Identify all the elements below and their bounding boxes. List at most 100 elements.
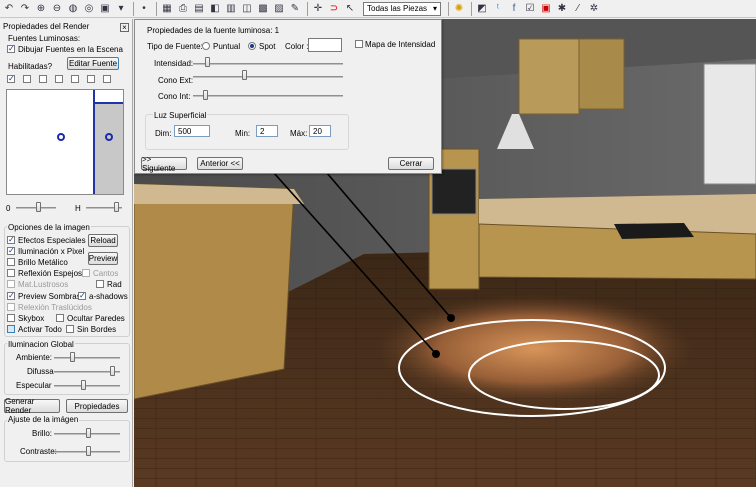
light-enable-checkbox[interactable] xyxy=(7,75,15,83)
ambient-slider-thumb[interactable] xyxy=(70,352,75,362)
no-borders-checkbox[interactable] xyxy=(66,325,74,333)
image-icon[interactable]: ▨ xyxy=(272,2,286,16)
slider-left-label: 0 xyxy=(6,204,11,213)
check-icon[interactable]: ☑ xyxy=(523,2,537,16)
edges-checkbox[interactable] xyxy=(82,269,90,277)
main-toolbar: ↶ ↷ ⊕ ⊖ ◍ ◎ ▣ ▾ • ▦ ⎙ ▤ ◧ ▥ ◫ ▩ ▨ ✎ ✛ ⊃ … xyxy=(0,0,756,18)
target-icon[interactable]: ◎ xyxy=(82,2,96,16)
lightbulb-icon[interactable]: ✺ xyxy=(452,2,466,16)
draw-lights-checkbox[interactable] xyxy=(7,45,15,53)
diffuse-slider-thumb[interactable] xyxy=(110,366,115,376)
bird-icon[interactable]: ᵗ xyxy=(491,2,505,16)
contrast-slider-thumb[interactable] xyxy=(86,446,91,456)
redo-icon[interactable]: ↷ xyxy=(18,2,32,16)
dialog-title: Propiedades de la fuente luminosa: 1 xyxy=(147,26,280,35)
zoom-in-icon[interactable]: ⊕ xyxy=(34,2,48,16)
frame-icon[interactable]: ▣ xyxy=(539,2,553,16)
skybox-checkbox[interactable] xyxy=(7,314,15,322)
light-enable-checkbox[interactable] xyxy=(39,75,47,83)
intensity-slider-thumb[interactable] xyxy=(205,57,210,67)
mirror-checkbox[interactable] xyxy=(7,269,15,277)
cone-int-slider-thumb[interactable] xyxy=(203,90,208,100)
toolbar-divider xyxy=(471,1,472,16)
close-icon[interactable]: × xyxy=(120,23,129,32)
zoom-out-icon[interactable]: ⊖ xyxy=(50,2,64,16)
color-swatch[interactable] xyxy=(308,38,342,52)
light-enable-checkbox[interactable] xyxy=(87,75,95,83)
rad-checkbox[interactable] xyxy=(96,280,104,288)
cursor-icon[interactable]: ↖ xyxy=(343,2,357,16)
max-label: Máx: xyxy=(290,129,308,138)
min-input[interactable] xyxy=(256,125,278,137)
light-enable-checkbox[interactable] xyxy=(23,75,31,83)
generate-render-button[interactable]: Generar Render xyxy=(4,397,60,415)
light-handle-inner xyxy=(432,350,440,358)
max-input[interactable] xyxy=(309,125,331,137)
image-adjust-title: Ajuste de la imágen xyxy=(7,415,80,424)
plan-slider-thumb[interactable] xyxy=(36,202,41,212)
intensity-map-checkbox[interactable] xyxy=(355,40,363,48)
globe-icon[interactable]: ◍ xyxy=(66,2,80,16)
settings-icon[interactable]: ✲ xyxy=(587,2,601,16)
grid-alt-icon[interactable]: ▩ xyxy=(256,2,270,16)
brightness-slider-thumb[interactable] xyxy=(86,428,91,438)
point-light-radio[interactable] xyxy=(202,42,210,50)
dot-icon[interactable]: • xyxy=(137,2,151,16)
translucent-checkbox[interactable] xyxy=(7,303,15,311)
arrow-down-icon[interactable]: ▾ xyxy=(114,2,128,16)
wand-icon[interactable]: ⁄ xyxy=(571,2,585,16)
save-icon[interactable]: ▤ xyxy=(192,2,206,16)
special-effects-checkbox[interactable] xyxy=(7,236,15,244)
facebook-icon[interactable]: f xyxy=(507,2,521,16)
point-light-label: Puntual xyxy=(213,42,241,51)
wireframe-icon[interactable]: ◫ xyxy=(240,2,254,16)
light-enable-checkbox[interactable] xyxy=(71,75,79,83)
skybox-label: Skybox xyxy=(18,314,45,323)
layout-icon[interactable]: ▥ xyxy=(224,2,238,16)
light-marker-icon[interactable] xyxy=(105,133,113,141)
grid-icon[interactable]: ▦ xyxy=(160,2,174,16)
light-marker-icon[interactable] xyxy=(57,133,65,141)
light-enable-checkbox[interactable] xyxy=(103,75,111,83)
cube-icon[interactable]: ◩ xyxy=(475,2,489,16)
next-button[interactable]: >> Siguiente xyxy=(141,155,187,173)
render-properties-panel: Propiedades del Render × Fuentes Luminos… xyxy=(0,19,133,487)
per-pixel-checkbox[interactable] xyxy=(7,247,15,255)
mat-lustrous-checkbox[interactable] xyxy=(7,280,15,288)
light-plan-view[interactable] xyxy=(6,89,124,195)
star-icon[interactable]: ✱ xyxy=(555,2,569,16)
cone-ext-slider-thumb[interactable] xyxy=(242,70,247,80)
chevron-down-icon: ▾ xyxy=(432,4,437,13)
preview-shadows-checkbox[interactable] xyxy=(7,292,15,300)
dim-input[interactable] xyxy=(174,125,210,137)
diffuse-label: Difussa xyxy=(27,367,54,376)
light-enable-checkbox[interactable] xyxy=(55,75,63,83)
previous-button[interactable]: Anterior << xyxy=(197,157,243,170)
metallic-checkbox[interactable] xyxy=(7,258,15,266)
close-button[interactable]: Cerrar xyxy=(388,157,434,170)
print-icon[interactable]: ⎙ xyxy=(176,2,190,16)
magnet-icon[interactable]: ⊃ xyxy=(327,2,341,16)
properties-button[interactable]: Propiedades xyxy=(66,399,128,413)
move-icon[interactable]: ✛ xyxy=(311,2,325,16)
activate-all-checkbox[interactable] xyxy=(7,325,15,333)
preview-button[interactable]: Preview xyxy=(88,252,118,265)
a-shadows-checkbox[interactable] xyxy=(78,292,86,300)
min-label: Min: xyxy=(235,129,251,138)
hide-walls-checkbox[interactable] xyxy=(56,314,64,322)
edit-light-button[interactable]: Editar Fuente xyxy=(67,57,119,70)
camera-icon[interactable]: ▣ xyxy=(98,2,112,16)
specular-slider-thumb[interactable] xyxy=(81,380,86,390)
lights-label: Fuentes Luminosas: xyxy=(8,34,81,43)
layer-icon[interactable]: ◧ xyxy=(208,2,222,16)
spotlight-pool xyxy=(374,294,694,404)
upper-cabinet xyxy=(518,38,580,115)
height-slider-thumb[interactable] xyxy=(114,202,119,212)
cone-int-slider-track xyxy=(193,95,343,97)
undo-icon[interactable]: ↶ xyxy=(2,2,16,16)
spot-light-radio[interactable] xyxy=(248,42,256,50)
reload-button[interactable]: Reload xyxy=(88,234,118,247)
global-illumination-title: Iluminacion Global xyxy=(7,340,75,349)
dropper-icon[interactable]: ✎ xyxy=(288,2,302,16)
piece-filter-select[interactable]: Todas las Piezas ▾ xyxy=(363,1,441,16)
